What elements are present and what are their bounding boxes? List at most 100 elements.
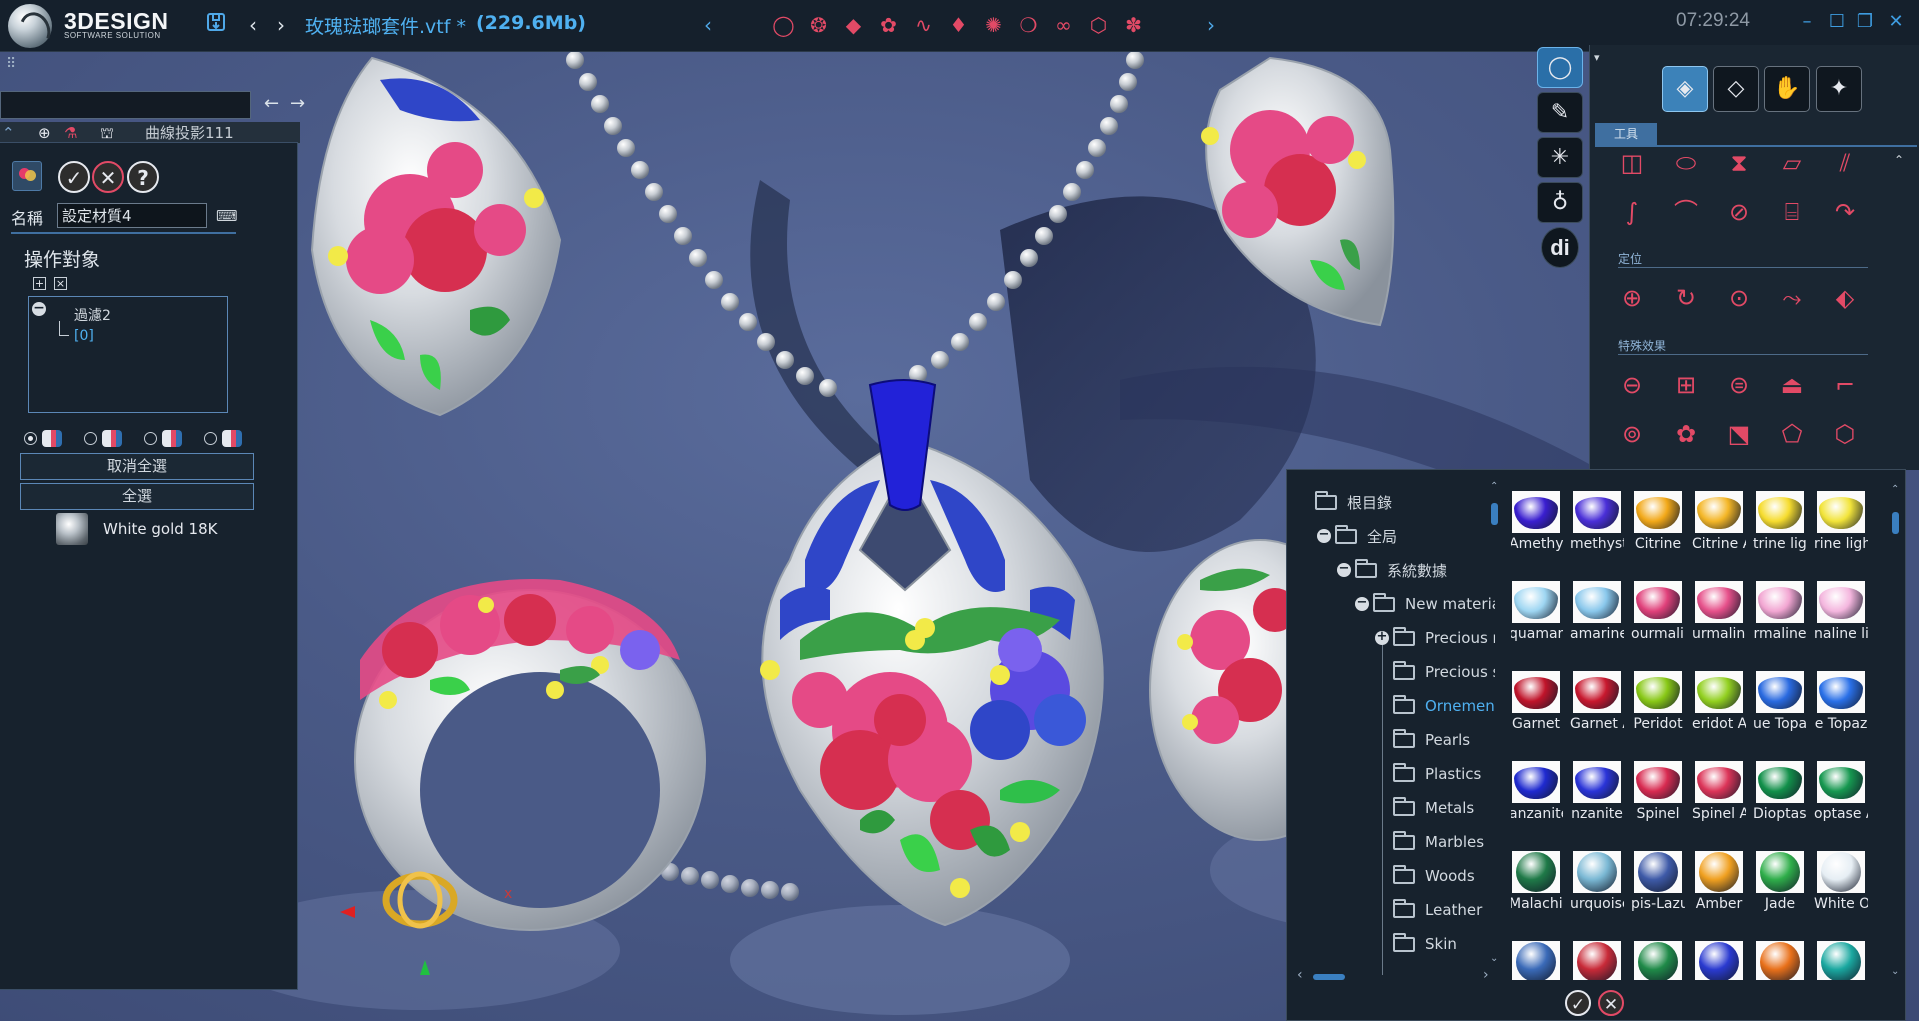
scroll-thumb[interactable] <box>1313 974 1345 980</box>
material-swatch[interactable]: amarine <box>1570 580 1624 654</box>
material-swatch[interactable]: Malachite <box>1511 850 1563 924</box>
texture-icon[interactable]: ⬔ <box>1722 417 1756 451</box>
restore-icon[interactable]: ❐ <box>1853 10 1877 34</box>
browser-ok-icon[interactable]: ✓ <box>1565 990 1591 1016</box>
ring-size-tool-icon[interactable]: ❍ <box>1015 11 1042 39</box>
material-swatch[interactable]: naline lig <box>1814 580 1868 654</box>
folder-hscrollbar[interactable]: ‹ › <box>1297 967 1495 983</box>
arrow-left-icon[interactable]: ← <box>264 92 284 116</box>
material-name-field[interactable] <box>57 203 207 228</box>
chevron-right-icon[interactable]: › <box>268 12 294 38</box>
radio-dot[interactable] <box>204 432 217 445</box>
diamond-icon[interactable]: ✦ <box>1816 66 1862 112</box>
material-swatch[interactable]: optase A <box>1814 760 1868 834</box>
radio-dot[interactable] <box>84 432 97 445</box>
material-swatch[interactable]: rine light <box>1814 490 1868 564</box>
folder-row[interactable]: Metals <box>1393 791 1474 825</box>
material-swatch[interactable]: Citrine Al <box>1692 490 1746 564</box>
arrow-right-icon[interactable]: → <box>290 92 310 116</box>
gem-icon[interactable]: ◇ <box>1713 66 1759 112</box>
radio-mode-4[interactable] <box>204 430 242 447</box>
close-icon[interactable]: ✕ <box>1884 10 1908 34</box>
hat-icon[interactable]: ⏏ <box>1775 368 1809 402</box>
folder-row[interactable]: Pearls <box>1393 723 1470 757</box>
radio-mode-1[interactable] <box>24 430 62 447</box>
tree-node-child[interactable]: [0] <box>74 328 94 344</box>
keyboard-icon[interactable]: ⌨ <box>216 207 238 225</box>
collapse-icon[interactable]: − <box>1317 528 1331 543</box>
extrude-icon[interactable]: ◫ <box>1615 146 1649 180</box>
material-thumbnail[interactable] <box>56 513 88 545</box>
folder-row[interactable]: Skin <box>1393 927 1457 961</box>
folder-row[interactable]: 根目錄 <box>1315 485 1392 519</box>
material-swatch[interactable]: e Topaz <box>1815 670 1867 744</box>
folder-tree[interactable]: 根目錄全局 − 系統數據 − New materials − Precious m + Prec… <box>1297 485 1495 980</box>
material-swatch[interactable]: Citrine <box>1633 490 1683 564</box>
array-icon[interactable]: ⫽ <box>1828 146 1862 180</box>
material-swatch[interactable]: anzanite <box>1511 760 1563 834</box>
mesh-icon[interactable]: ✳ <box>1537 137 1583 178</box>
material-swatch[interactable] <box>1572 940 1622 980</box>
scroll-thumb[interactable] <box>1491 503 1498 525</box>
scroll-up-icon[interactable]: ⌃ <box>1894 153 1904 167</box>
scroll-down-icon[interactable]: ⌄ <box>1490 953 1498 964</box>
material-swatch[interactable]: ourmalin <box>1631 580 1685 654</box>
pattern-icon[interactable]: ⊞ <box>1669 368 1703 402</box>
expand-icon[interactable]: + <box>1375 630 1389 645</box>
scroll-right-icon[interactable]: › <box>1483 967 1489 983</box>
material-swatch[interactable]: methyst A <box>1570 490 1624 564</box>
material-swatch[interactable] <box>1633 940 1683 980</box>
orient-ring-icon[interactable]: ⊙ <box>1722 281 1756 315</box>
history-tab[interactable]: ⌃ ⊕ ⚗ ⛫ 曲線投影111 <box>0 122 300 144</box>
path-input[interactable] <box>0 91 251 119</box>
select-all-button[interactable]: 全選 <box>20 483 254 510</box>
bend-tool-icon[interactable]: ❂ <box>805 11 832 39</box>
material-swatch[interactable]: Garnet Al <box>1570 670 1624 744</box>
cut-icon[interactable]: ⌐ <box>1828 368 1862 402</box>
pendant-icon[interactable]: ♁ <box>1537 182 1583 223</box>
folder-row[interactable]: Plastics <box>1393 757 1481 791</box>
menu-grid-icon[interactable]: ⠿ <box>6 56 16 72</box>
link-tool-icon[interactable]: ∞ <box>1050 11 1077 39</box>
tool-strip-left-icon[interactable]: ‹ <box>695 12 721 38</box>
link-icon[interactable]: ⊘ <box>1722 195 1756 229</box>
material-swatch[interactable]: eridot Al <box>1692 670 1746 744</box>
mesh-cube-icon[interactable]: ⬡ <box>1828 417 1862 451</box>
folder-row[interactable]: Woods <box>1393 859 1475 893</box>
material-swatch[interactable]: Peridot <box>1633 670 1683 744</box>
scroll-thumb[interactable] <box>1892 512 1899 534</box>
di-icon[interactable]: di <box>1541 227 1579 268</box>
collapse-icon[interactable]: − <box>1337 562 1351 577</box>
ring-tool-icon[interactable]: ◯ <box>770 11 797 39</box>
radio-mode-2[interactable] <box>84 430 122 447</box>
material-swatch[interactable]: Amethyst <box>1511 490 1563 564</box>
material-scrollbar[interactable]: ⌃ ⌄ <box>1891 484 1901 980</box>
move-icon[interactable]: ⊕ <box>1615 281 1649 315</box>
curve-icon[interactable]: ∫ <box>1615 195 1649 229</box>
material-tool-icon[interactable]: ✿ <box>875 11 902 39</box>
folder-row[interactable]: New materials <box>1373 587 1495 621</box>
sweep-icon[interactable]: ▱ <box>1775 146 1809 180</box>
folder-row[interactable]: Precious m <box>1393 621 1495 655</box>
scroll-down-icon[interactable]: ⌄ <box>1891 966 1899 977</box>
remove-target-icon[interactable]: × <box>54 277 67 290</box>
folder-row[interactable]: Ornementa <box>1393 689 1495 723</box>
shapes-icon[interactable]: ◈ <box>1662 66 1708 112</box>
gem-tool-icon[interactable]: ◆ <box>840 11 867 39</box>
add-target-icon[interactable]: + <box>33 277 46 290</box>
minimize-icon[interactable]: – <box>1795 10 1819 34</box>
cylinder-red-icon[interactable]: ⊚ <box>1615 417 1649 451</box>
save-icon[interactable] <box>203 12 229 38</box>
radio-mode-3[interactable] <box>144 430 182 447</box>
material-swatch[interactable]: ue Topa <box>1753 670 1807 744</box>
pen-icon[interactable]: ✎ <box>1537 92 1583 133</box>
pave-tool-icon[interactable]: ✺ <box>980 11 1007 39</box>
material-swatch[interactable] <box>1816 940 1866 980</box>
collapse-node-icon[interactable]: − <box>32 301 46 316</box>
material-swatch[interactable]: Amber <box>1694 850 1744 924</box>
maximize-icon[interactable]: ☐ <box>1825 10 1849 34</box>
bend-icon[interactable]: ↷ <box>1828 195 1862 229</box>
material-swatch[interactable]: Garnet <box>1511 670 1561 744</box>
loft-icon[interactable]: ⬭ <box>1669 146 1703 180</box>
material-swatch[interactable]: rmaline <box>1754 580 1807 654</box>
